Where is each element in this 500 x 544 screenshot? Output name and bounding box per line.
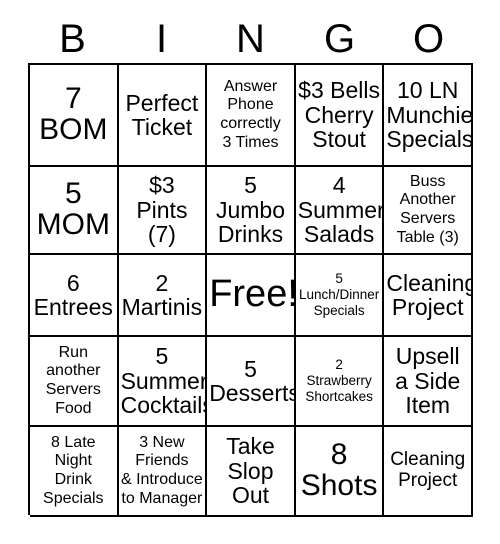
bingo-cell-g1[interactable]: $3 Bells Cherry Stout — [295, 65, 385, 167]
bingo-cell-n1[interactable]: Answer Phone correctly 3 Times — [207, 65, 296, 167]
bingo-cell-text: $3 Pints (7) — [136, 172, 188, 248]
bingo-cell-o2[interactable]: Buss Another Servers Table (3) — [384, 167, 473, 255]
bingo-cell-g4[interactable]: 2 Strawberry Shortcakes — [295, 337, 385, 427]
bingo-cell-text: Answer Phone correctly 3 Times — [220, 77, 281, 151]
bingo-cell-o1[interactable]: 10 LN Munchie Specials — [384, 65, 473, 167]
bingo-cell-text: Take Slop Out — [226, 433, 275, 509]
free-space-label: Free! — [209, 273, 296, 316]
bingo-cell-o3[interactable]: Cleaning Project — [384, 255, 473, 337]
bingo-header-letter-o: O — [412, 16, 445, 61]
bingo-cell-text: Buss Another Servers Table (3) — [396, 172, 459, 246]
bingo-cell-n2[interactable]: 5 Jumbo Drinks — [207, 167, 296, 255]
bingo-cell-text: Run another Servers Food — [45, 343, 101, 417]
bingo-cell-b3[interactable]: 6 Entrees — [30, 255, 119, 337]
bingo-cell-text: 8 Shots — [300, 438, 378, 502]
bingo-cell-text: 4 Summer Salads — [297, 172, 385, 248]
bingo-header-letter-b: B — [59, 16, 86, 61]
bingo-cell-b1[interactable]: 7 BOM — [30, 65, 119, 167]
bingo-cell-text: Perfect Ticket — [125, 89, 199, 140]
bingo-cell-n4[interactable]: 5 Desserts — [207, 337, 296, 427]
bingo-cell-free-space[interactable]: Free! — [207, 255, 296, 337]
bingo-cell-text: Upsell a Side Item — [395, 343, 461, 419]
bingo-cell-text: 10 LN Munchie Specials — [386, 77, 473, 153]
bingo-header: B I N G O — [28, 14, 473, 63]
bingo-cell-n5[interactable]: Take Slop Out — [207, 427, 296, 517]
bingo-header-letter-g: G — [323, 16, 356, 61]
bingo-cell-b5[interactable]: 8 Late Night Drink Specials — [30, 427, 119, 517]
bingo-cell-text: 5 Jumbo Drinks — [215, 172, 286, 248]
bingo-cell-i5[interactable]: 3 New Friends & Introduce to Manager — [118, 427, 208, 517]
bingo-cell-text: 5 Lunch/Dinner Specials — [298, 270, 380, 319]
bingo-cell-text: 2 Martinis — [121, 269, 203, 320]
bingo-cell-i2[interactable]: $3 Pints (7) — [118, 167, 208, 255]
bingo-header-letter-i: I — [155, 16, 168, 61]
bingo-cell-text: 3 New Friends & Introduce to Manager — [120, 433, 203, 507]
bingo-cell-g3[interactable]: 5 Lunch/Dinner Specials — [295, 255, 385, 337]
bingo-cell-b2[interactable]: 5 MOM — [30, 167, 119, 255]
bingo-cell-text: 2 Strawberry Shortcakes — [305, 356, 373, 405]
bingo-cell-i4[interactable]: 5 Summer Cocktails — [118, 337, 208, 427]
bingo-cell-text: 5 MOM — [36, 177, 110, 241]
bingo-cell-i1[interactable]: Perfect Ticket — [118, 65, 208, 167]
bingo-cell-g2[interactable]: 4 Summer Salads — [295, 167, 385, 255]
bingo-cell-o4[interactable]: Upsell a Side Item — [384, 337, 473, 427]
bingo-cell-text: Cleaning Project — [390, 449, 466, 491]
bingo-header-letter-n: N — [236, 16, 265, 61]
bingo-cell-g5[interactable]: 8 Shots — [295, 427, 385, 517]
bingo-grid: 7 BOM Perfect Ticket Answer Phone correc… — [28, 63, 473, 517]
bingo-cell-text: 5 Desserts — [209, 355, 296, 406]
bingo-cell-i3[interactable]: 2 Martinis — [118, 255, 208, 337]
bingo-cell-text: 5 Summer Cocktails — [120, 343, 208, 419]
bingo-card: B I N G O 7 BOM Perfect Ticket Answer Ph… — [0, 0, 500, 544]
bingo-cell-text: 6 Entrees — [33, 269, 113, 320]
bingo-cell-b4[interactable]: Run another Servers Food — [30, 337, 119, 427]
bingo-cell-text: Cleaning Project — [386, 269, 473, 320]
bingo-cell-text: 7 BOM — [39, 82, 108, 146]
bingo-cell-text: 8 Late Night Drink Specials — [43, 433, 104, 507]
bingo-cell-o5[interactable]: Cleaning Project — [384, 427, 473, 517]
bingo-cell-text: $3 Bells Cherry Stout — [298, 77, 380, 153]
